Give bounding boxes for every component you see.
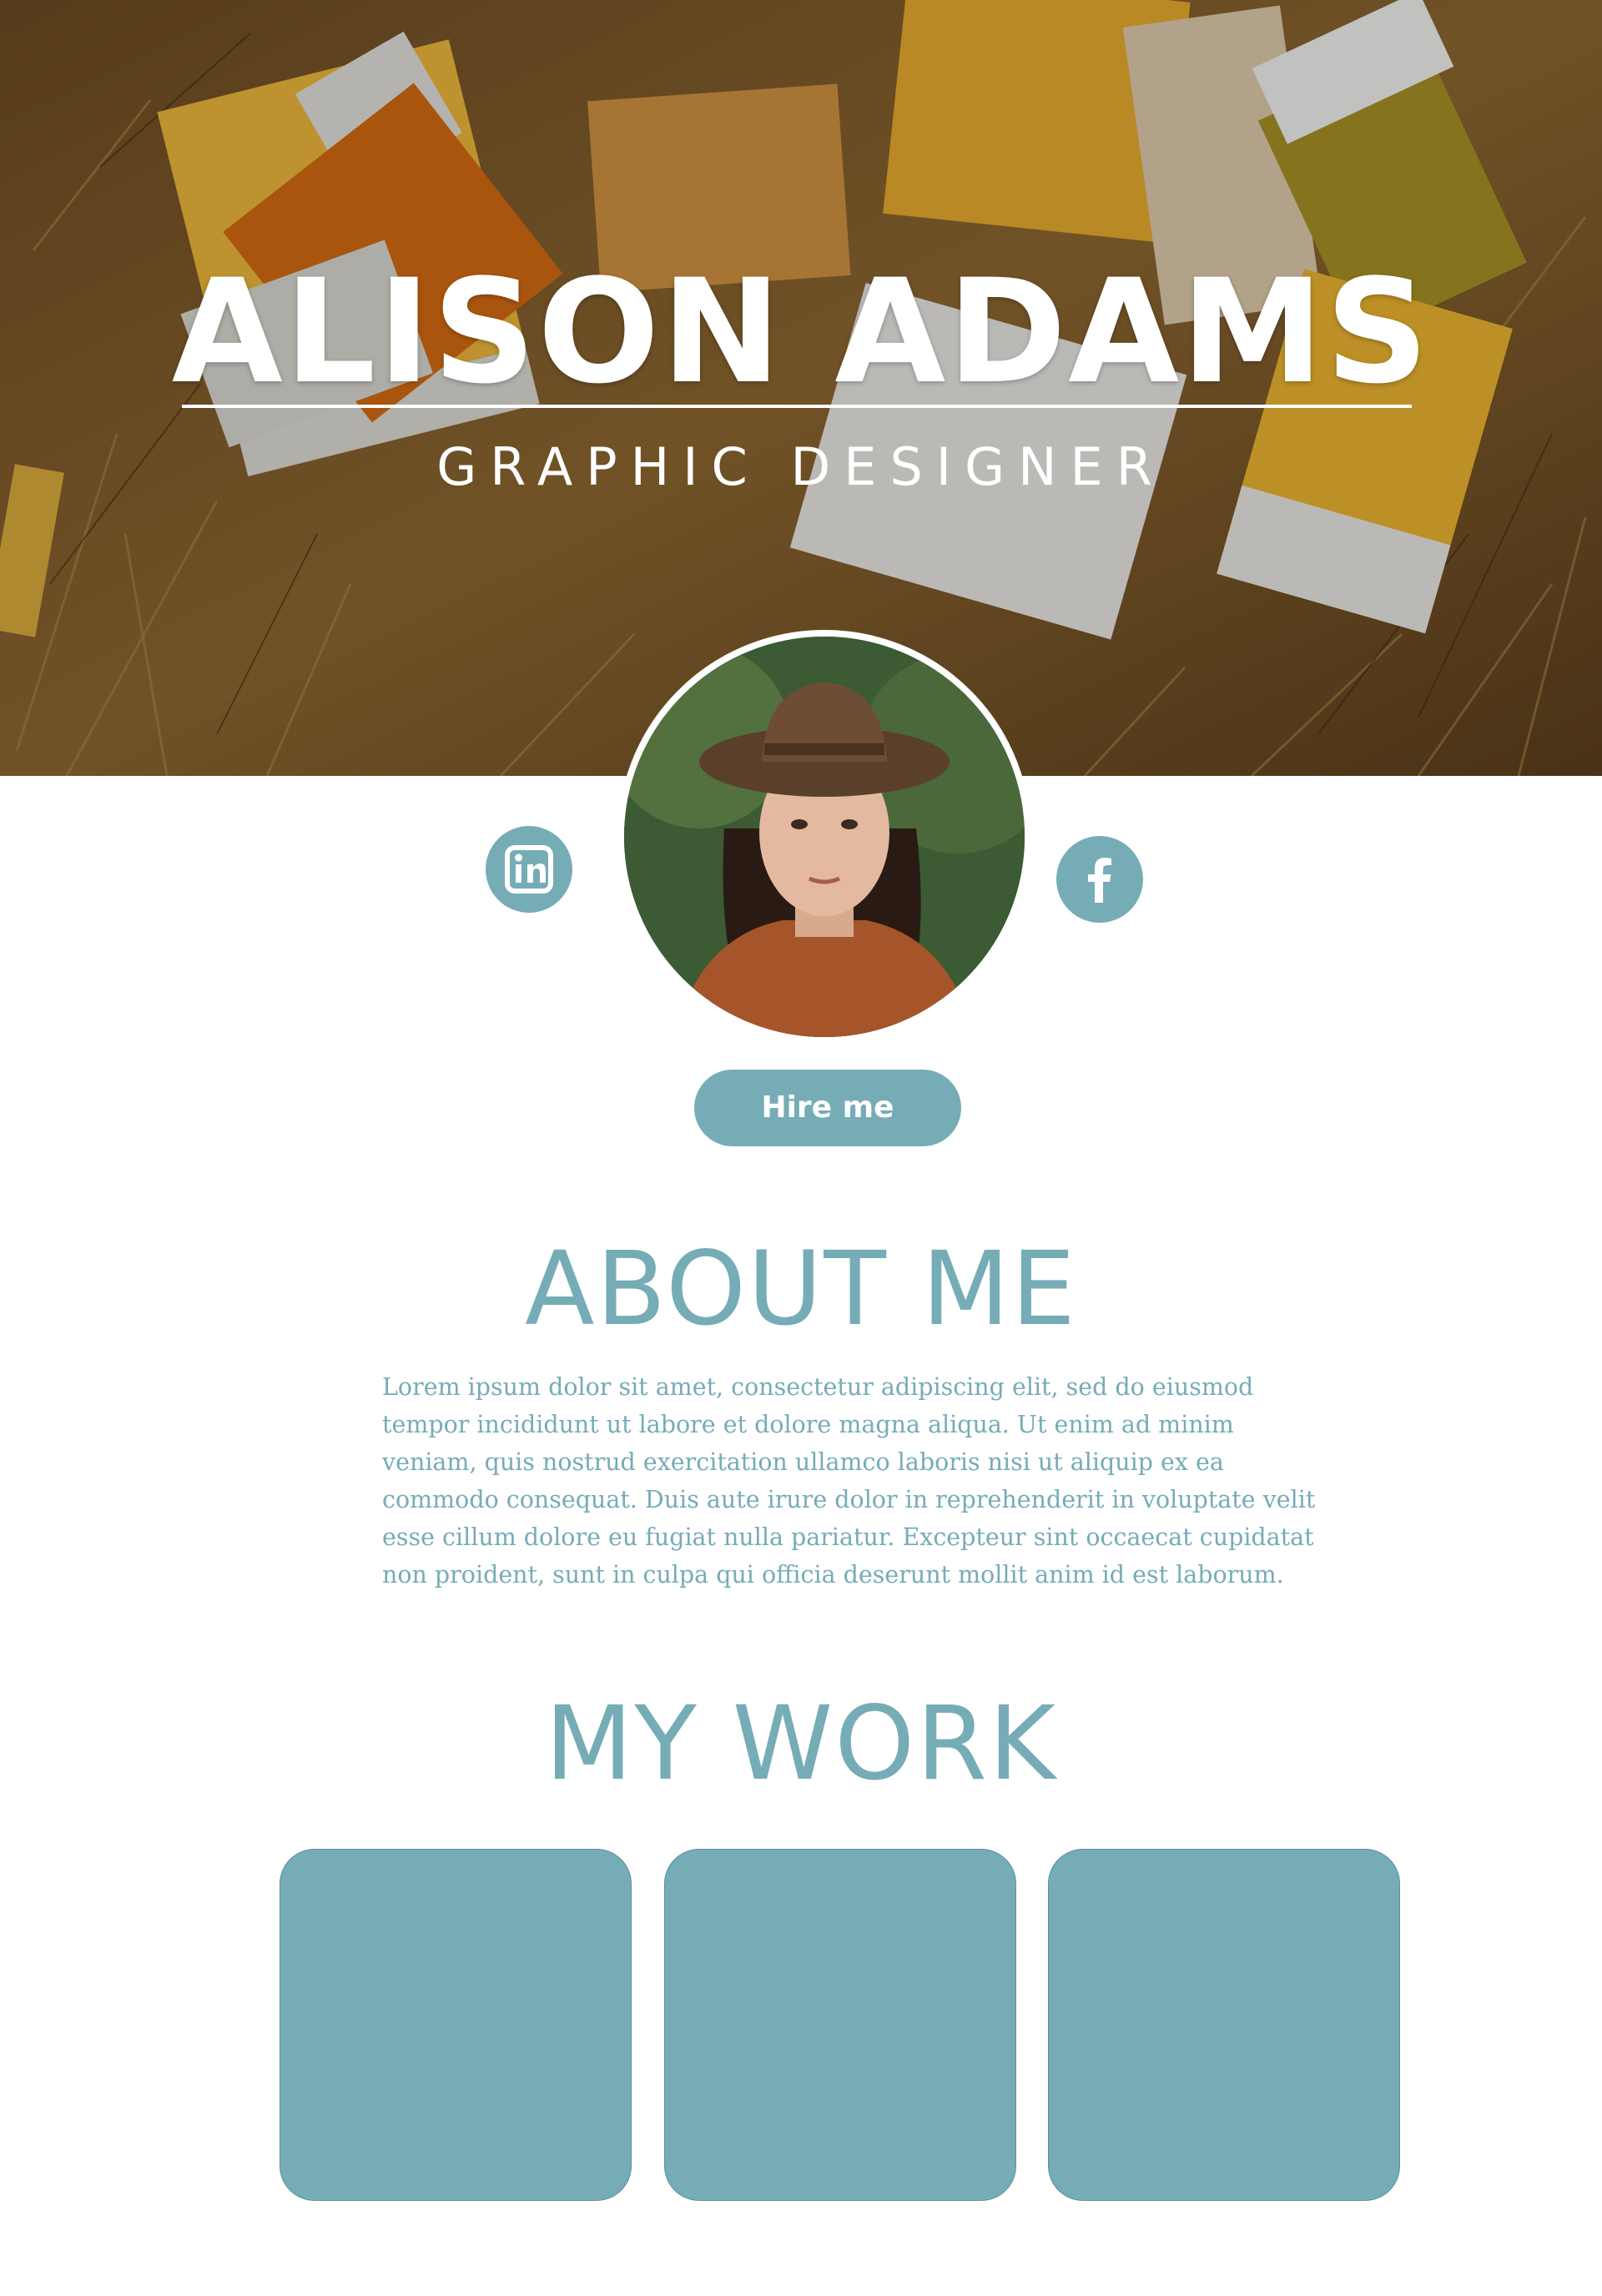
work-tile-3[interactable] <box>1048 1849 1400 2201</box>
hero-name: ALISON ADAMS <box>171 248 1431 415</box>
about-body: Lorem ipsum dolor sit amet, consectetur … <box>382 1373 1316 1589</box>
linkedin-icon <box>505 845 553 894</box>
work-tile-2[interactable] <box>664 1849 1016 2201</box>
hero-role: GRAPHIC DESIGNER <box>436 436 1166 497</box>
about-heading: ABOUT ME <box>525 1230 1077 1348</box>
linkedin-button[interactable] <box>486 826 572 913</box>
work-heading: MY WORK <box>545 1684 1057 1803</box>
work-tile-1[interactable] <box>280 1849 632 2201</box>
hire-me-button[interactable]: Hire me <box>694 1070 961 1146</box>
facebook-icon <box>1088 858 1111 903</box>
facebook-button[interactable] <box>1056 836 1143 923</box>
profile-avatar <box>617 630 1031 1044</box>
hero-divider <box>182 405 1412 408</box>
